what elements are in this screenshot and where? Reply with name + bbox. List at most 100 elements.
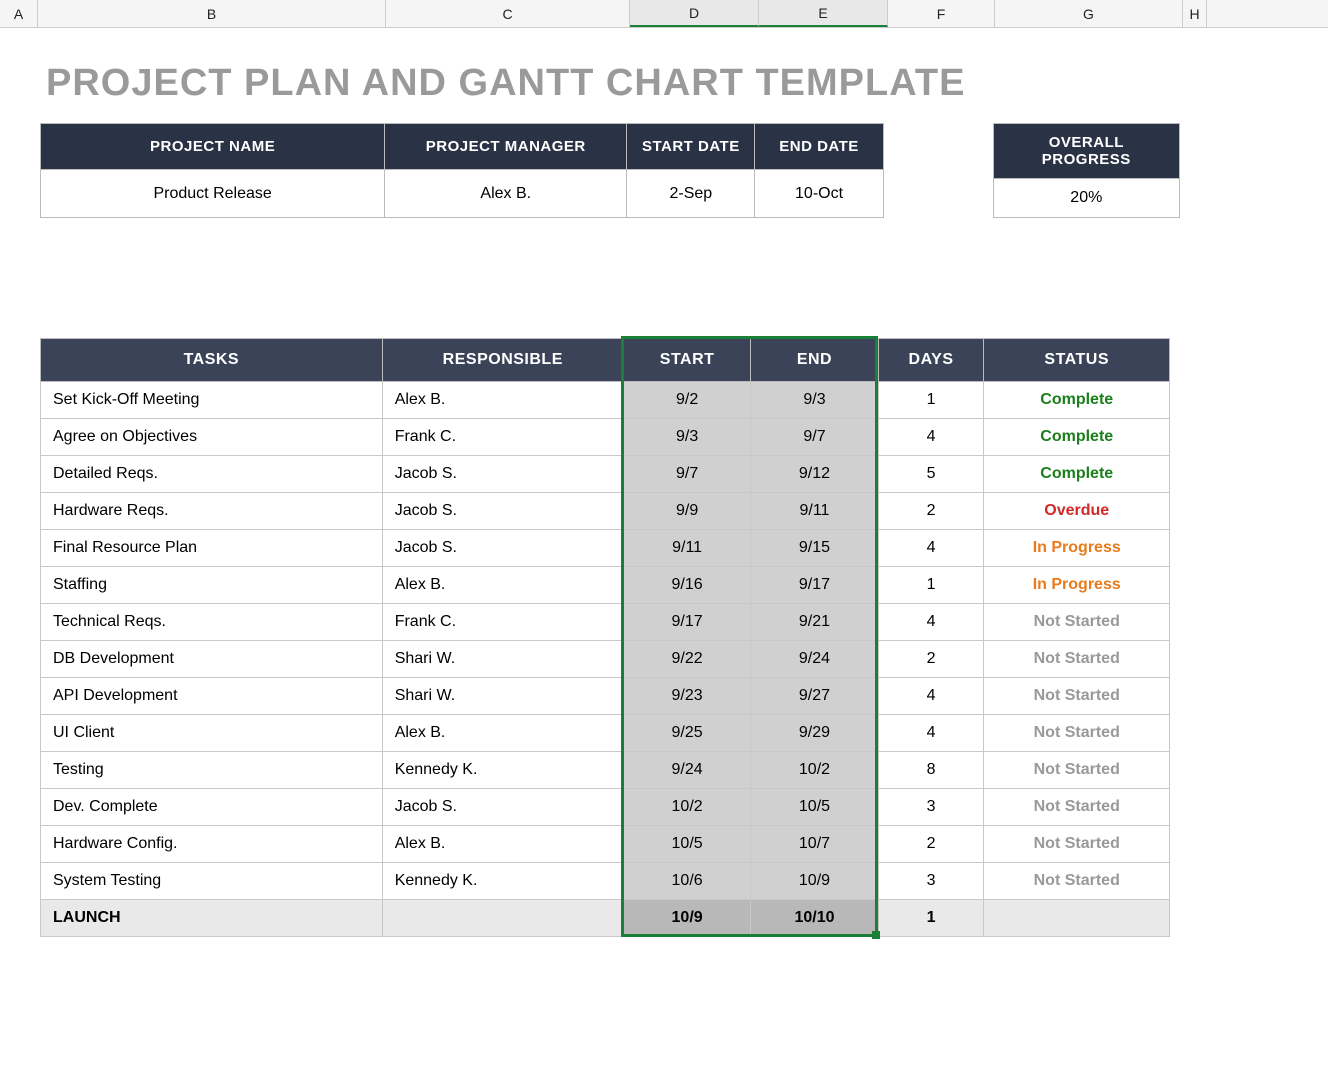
cell-days[interactable]: 1 xyxy=(878,382,984,419)
cell-days[interactable]: 3 xyxy=(878,863,984,900)
cell-days[interactable]: 1 xyxy=(878,900,984,937)
cell-responsible[interactable]: Frank C. xyxy=(382,419,623,456)
cell-responsible[interactable]: Alex B. xyxy=(382,715,623,752)
cell-start[interactable]: 9/9 xyxy=(623,493,751,530)
table-row[interactable]: StaffingAlex B.9/169/171In Progress xyxy=(41,567,1170,604)
table-row[interactable]: Set Kick-Off MeetingAlex B.9/29/31Comple… xyxy=(41,382,1170,419)
cell-end[interactable]: 9/24 xyxy=(751,641,878,678)
table-row[interactable]: System TestingKennedy K.10/610/93Not Sta… xyxy=(41,863,1170,900)
cell-start[interactable]: 10/5 xyxy=(623,826,751,863)
table-row[interactable]: DB DevelopmentShari W.9/229/242Not Start… xyxy=(41,641,1170,678)
cell-status[interactable]: Not Started xyxy=(984,604,1170,641)
cell-days[interactable]: 4 xyxy=(878,530,984,567)
summary-value-project-manager[interactable]: Alex B. xyxy=(385,170,627,218)
cell-days[interactable]: 8 xyxy=(878,752,984,789)
table-row-launch[interactable]: LAUNCH 10/910/101 xyxy=(41,900,1170,937)
cell-status[interactable]: Not Started xyxy=(984,863,1170,900)
table-row[interactable]: Technical Reqs.Frank C.9/179/214Not Star… xyxy=(41,604,1170,641)
spreadsheet-body[interactable]: PROJECT PLAN AND GANTT CHART TEMPLATE PR… xyxy=(0,28,1220,977)
col-header-G[interactable]: G xyxy=(995,0,1183,27)
table-row[interactable]: Dev. CompleteJacob S.10/210/53Not Starte… xyxy=(41,789,1170,826)
tasks-table[interactable]: TASKS RESPONSIBLE START END DAYS STATUS … xyxy=(40,338,1170,937)
cell-task[interactable]: Staffing xyxy=(41,567,383,604)
cell-days[interactable]: 2 xyxy=(878,641,984,678)
table-row[interactable]: UI ClientAlex B.9/259/294Not Started xyxy=(41,715,1170,752)
cell-task[interactable]: Testing xyxy=(41,752,383,789)
cell-task[interactable]: Hardware Config. xyxy=(41,826,383,863)
col-header-B[interactable]: B xyxy=(38,0,386,27)
cell-task[interactable]: Dev. Complete xyxy=(41,789,383,826)
col-header-F[interactable]: F xyxy=(888,0,995,27)
cell-task[interactable]: Hardware Reqs. xyxy=(41,493,383,530)
cell-task[interactable]: System Testing xyxy=(41,863,383,900)
cell-status[interactable]: Complete xyxy=(984,456,1170,493)
summary-value-project-name[interactable]: Product Release xyxy=(41,170,385,218)
summary-table-main[interactable]: PROJECT NAME PROJECT MANAGER START DATE … xyxy=(40,123,884,218)
cell-end[interactable]: 9/3 xyxy=(751,382,878,419)
cell-responsible[interactable]: Jacob S. xyxy=(382,493,623,530)
cell-end[interactable]: 9/21 xyxy=(751,604,878,641)
col-header-C[interactable]: C xyxy=(386,0,630,27)
cell-status[interactable] xyxy=(984,900,1170,937)
cell-status[interactable]: Complete xyxy=(984,382,1170,419)
cell-status[interactable]: Overdue xyxy=(984,493,1170,530)
cell-days[interactable]: 4 xyxy=(878,715,984,752)
cell-responsible[interactable]: Alex B. xyxy=(382,567,623,604)
cell-start[interactable]: 10/2 xyxy=(623,789,751,826)
col-header-A[interactable]: A xyxy=(0,0,38,27)
cell-end[interactable]: 10/9 xyxy=(751,863,878,900)
cell-responsible[interactable]: Alex B. xyxy=(382,382,623,419)
table-row[interactable]: Detailed Reqs.Jacob S.9/79/125Complete xyxy=(41,456,1170,493)
cell-responsible[interactable]: Jacob S. xyxy=(382,789,623,826)
cell-start[interactable]: 9/11 xyxy=(623,530,751,567)
cell-end[interactable]: 9/11 xyxy=(751,493,878,530)
summary-table-progress[interactable]: OVERALL PROGRESS 20% xyxy=(993,123,1180,218)
table-row[interactable]: TestingKennedy K.9/2410/28Not Started xyxy=(41,752,1170,789)
cell-days[interactable]: 3 xyxy=(878,789,984,826)
cell-status[interactable]: In Progress xyxy=(984,530,1170,567)
cell-responsible[interactable]: Shari W. xyxy=(382,678,623,715)
cell-responsible[interactable]: Kennedy K. xyxy=(382,752,623,789)
col-header-H[interactable]: H xyxy=(1183,0,1207,27)
cell-end[interactable]: 9/17 xyxy=(751,567,878,604)
cell-responsible[interactable]: Shari W. xyxy=(382,641,623,678)
cell-start[interactable]: 9/24 xyxy=(623,752,751,789)
cell-task[interactable]: Agree on Objectives xyxy=(41,419,383,456)
cell-days[interactable]: 4 xyxy=(878,604,984,641)
cell-end[interactable]: 9/12 xyxy=(751,456,878,493)
cell-start[interactable]: 9/7 xyxy=(623,456,751,493)
cell-end[interactable]: 10/2 xyxy=(751,752,878,789)
cell-responsible[interactable]: Frank C. xyxy=(382,604,623,641)
cell-status[interactable]: Complete xyxy=(984,419,1170,456)
col-header-E[interactable]: E xyxy=(759,0,888,27)
cell-end[interactable]: 9/27 xyxy=(751,678,878,715)
cell-days[interactable]: 4 xyxy=(878,419,984,456)
table-row[interactable]: Agree on ObjectivesFrank C.9/39/74Comple… xyxy=(41,419,1170,456)
cell-status[interactable]: Not Started xyxy=(984,641,1170,678)
cell-start[interactable]: 10/6 xyxy=(623,863,751,900)
cell-responsible[interactable] xyxy=(382,900,623,937)
cell-task[interactable]: Detailed Reqs. xyxy=(41,456,383,493)
col-header-D[interactable]: D xyxy=(630,0,759,27)
cell-end[interactable]: 10/10 xyxy=(751,900,878,937)
cell-start[interactable]: 9/23 xyxy=(623,678,751,715)
cell-end[interactable]: 9/7 xyxy=(751,419,878,456)
cell-status[interactable]: Not Started xyxy=(984,826,1170,863)
table-row[interactable]: Hardware Reqs.Jacob S.9/99/112Overdue xyxy=(41,493,1170,530)
summary-value-end-date[interactable]: 10-Oct xyxy=(755,170,883,218)
cell-start[interactable]: 10/9 xyxy=(623,900,751,937)
cell-end[interactable]: 9/29 xyxy=(751,715,878,752)
cell-start[interactable]: 9/16 xyxy=(623,567,751,604)
cell-days[interactable]: 2 xyxy=(878,826,984,863)
table-row[interactable]: Hardware Config.Alex B.10/510/72Not Star… xyxy=(41,826,1170,863)
cell-status[interactable]: Not Started xyxy=(984,752,1170,789)
cell-task[interactable]: LAUNCH xyxy=(41,900,383,937)
cell-task[interactable]: Final Resource Plan xyxy=(41,530,383,567)
cell-start[interactable]: 9/25 xyxy=(623,715,751,752)
cell-days[interactable]: 2 xyxy=(878,493,984,530)
cell-end[interactable]: 10/5 xyxy=(751,789,878,826)
cell-task[interactable]: Technical Reqs. xyxy=(41,604,383,641)
table-row[interactable]: API DevelopmentShari W.9/239/274Not Star… xyxy=(41,678,1170,715)
table-row[interactable]: Final Resource PlanJacob S.9/119/154In P… xyxy=(41,530,1170,567)
cell-end[interactable]: 10/7 xyxy=(751,826,878,863)
